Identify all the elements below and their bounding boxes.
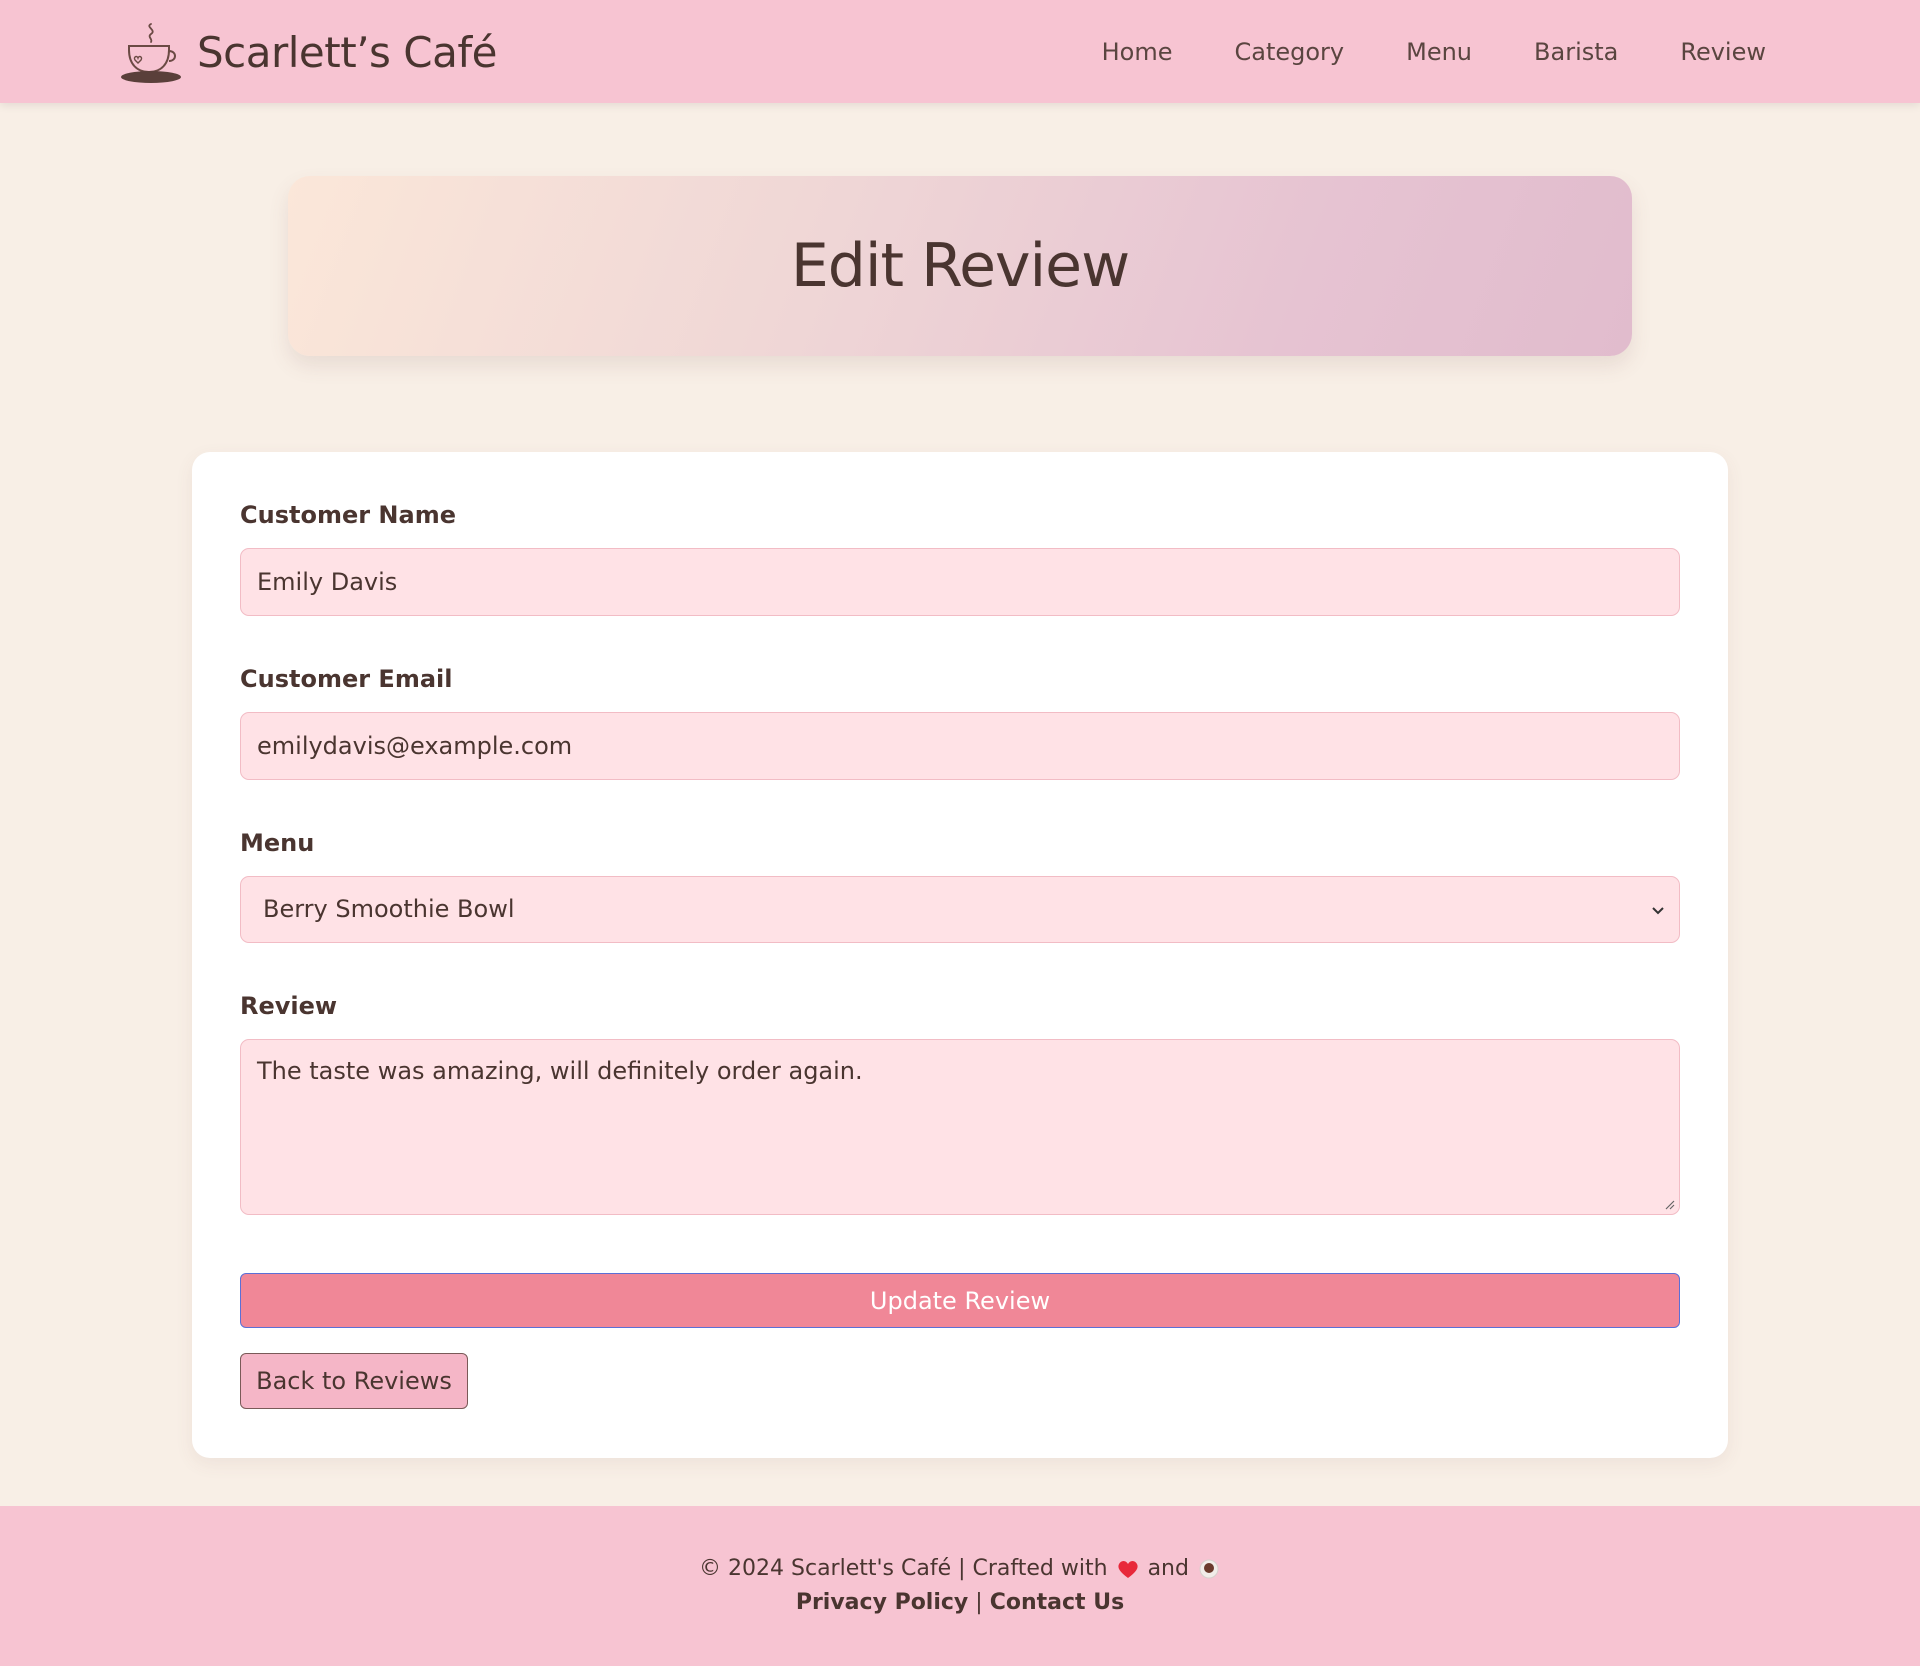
hero-banner: Edit Review [288,176,1632,356]
navbar: Scarlett’s Café Home Category Menu Baris… [0,0,1920,103]
footer-and: and [1147,1556,1189,1581]
review-label: Review [240,992,338,1020]
page-title: Edit Review [790,231,1130,301]
edit-review-form: Customer Name Emily Davis Customer Email… [192,452,1728,1458]
brand[interactable]: Scarlett’s Café [121,20,497,84]
nav-links: Home Category Menu Barista Review [1102,0,1766,103]
menu-label: Menu [240,829,315,857]
customer-email-label: Customer Email [240,665,453,693]
nav-link-category[interactable]: Category [1234,38,1344,66]
nav-link-barista[interactable]: Barista [1534,38,1618,66]
review-text: The taste was amazing, will definitely o… [257,1057,863,1085]
footer-separator: | [975,1590,983,1615]
update-review-button[interactable]: Update Review [240,1273,1680,1328]
footer: © 2024 Scarlett's Café | Crafted with an… [0,1506,1920,1666]
menu-select-value: Berry Smoothie Bowl [263,895,515,923]
coffee-icon [1199,1559,1219,1578]
nav-link-home[interactable]: Home [1102,38,1173,66]
privacy-policy-link[interactable]: Privacy Policy [796,1590,968,1615]
nav-link-menu[interactable]: Menu [1406,38,1472,66]
back-to-reviews-button[interactable]: Back to Reviews [240,1353,468,1409]
footer-copyright-line: © 2024 Scarlett's Café | Crafted with an… [0,1556,1920,1581]
footer-links: Privacy Policy | Contact Us [0,1590,1920,1615]
customer-email-input[interactable]: emilydavis@example.com [240,712,1680,780]
customer-name-label: Customer Name [240,501,456,529]
nav-link-review[interactable]: Review [1680,38,1766,66]
review-textarea[interactable]: The taste was amazing, will definitely o… [240,1039,1680,1215]
brand-name: Scarlett’s Café [197,27,497,77]
contact-us-link[interactable]: Contact Us [990,1590,1124,1615]
menu-select[interactable]: Berry Smoothie Bowl [240,876,1680,943]
resize-grip-icon[interactable] [1663,1198,1675,1210]
footer-copyright: © 2024 Scarlett's Café | Crafted with [699,1556,1108,1581]
customer-name-input[interactable]: Emily Davis [240,548,1680,616]
chevron-down-icon [1651,877,1665,942]
coffee-cup-icon [121,23,181,83]
heart-icon [1117,1560,1138,1578]
